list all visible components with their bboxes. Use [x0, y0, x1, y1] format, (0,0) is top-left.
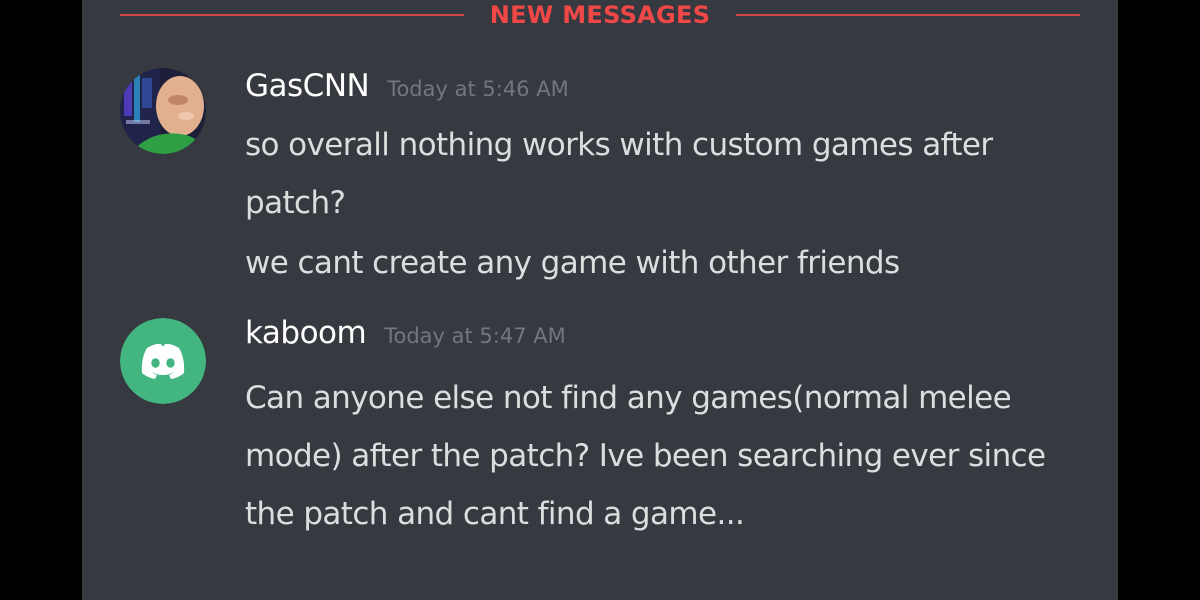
- message-timestamp: Today at 5:47 AM: [384, 324, 566, 348]
- message-body: Can anyone else not find any games(norma…: [245, 369, 1098, 543]
- user-avatar[interactable]: [120, 68, 206, 154]
- username[interactable]: kaboom: [245, 315, 367, 351]
- divider-line-right: [736, 14, 1081, 16]
- message-header: kaboom Today at 5:47 AM: [245, 315, 1098, 355]
- message-text: Can anyone else not find any games(norma…: [245, 380, 1046, 532]
- divider-line-left: [120, 14, 464, 16]
- user-photo-avatar-icon: [120, 68, 206, 154]
- message-text: we cant create any game with other frien…: [245, 245, 900, 281]
- new-messages-label: NEW MESSAGES: [489, 1, 711, 29]
- message-content: kaboom Today at 5:47 AM Can anyone else …: [245, 315, 1098, 543]
- message-content: GasCNN Today at 5:46 AM so overall nothi…: [245, 68, 1098, 292]
- new-messages-divider: NEW MESSAGES: [120, 0, 1081, 30]
- message-header: GasCNN Today at 5:46 AM: [245, 68, 1098, 108]
- chat-screen: NEW MESSAGES GasCNN Today at 5:46 AM so …: [82, 0, 1118, 600]
- user-avatar[interactable]: [120, 318, 206, 404]
- username[interactable]: GasCNN: [245, 68, 370, 104]
- message-timestamp: Today at 5:46 AM: [387, 77, 569, 101]
- message-text: so overall nothing works with custom gam…: [245, 127, 993, 221]
- discord-logo-icon: [120, 318, 206, 404]
- message-body: so overall nothing works with custom gam…: [245, 116, 1098, 292]
